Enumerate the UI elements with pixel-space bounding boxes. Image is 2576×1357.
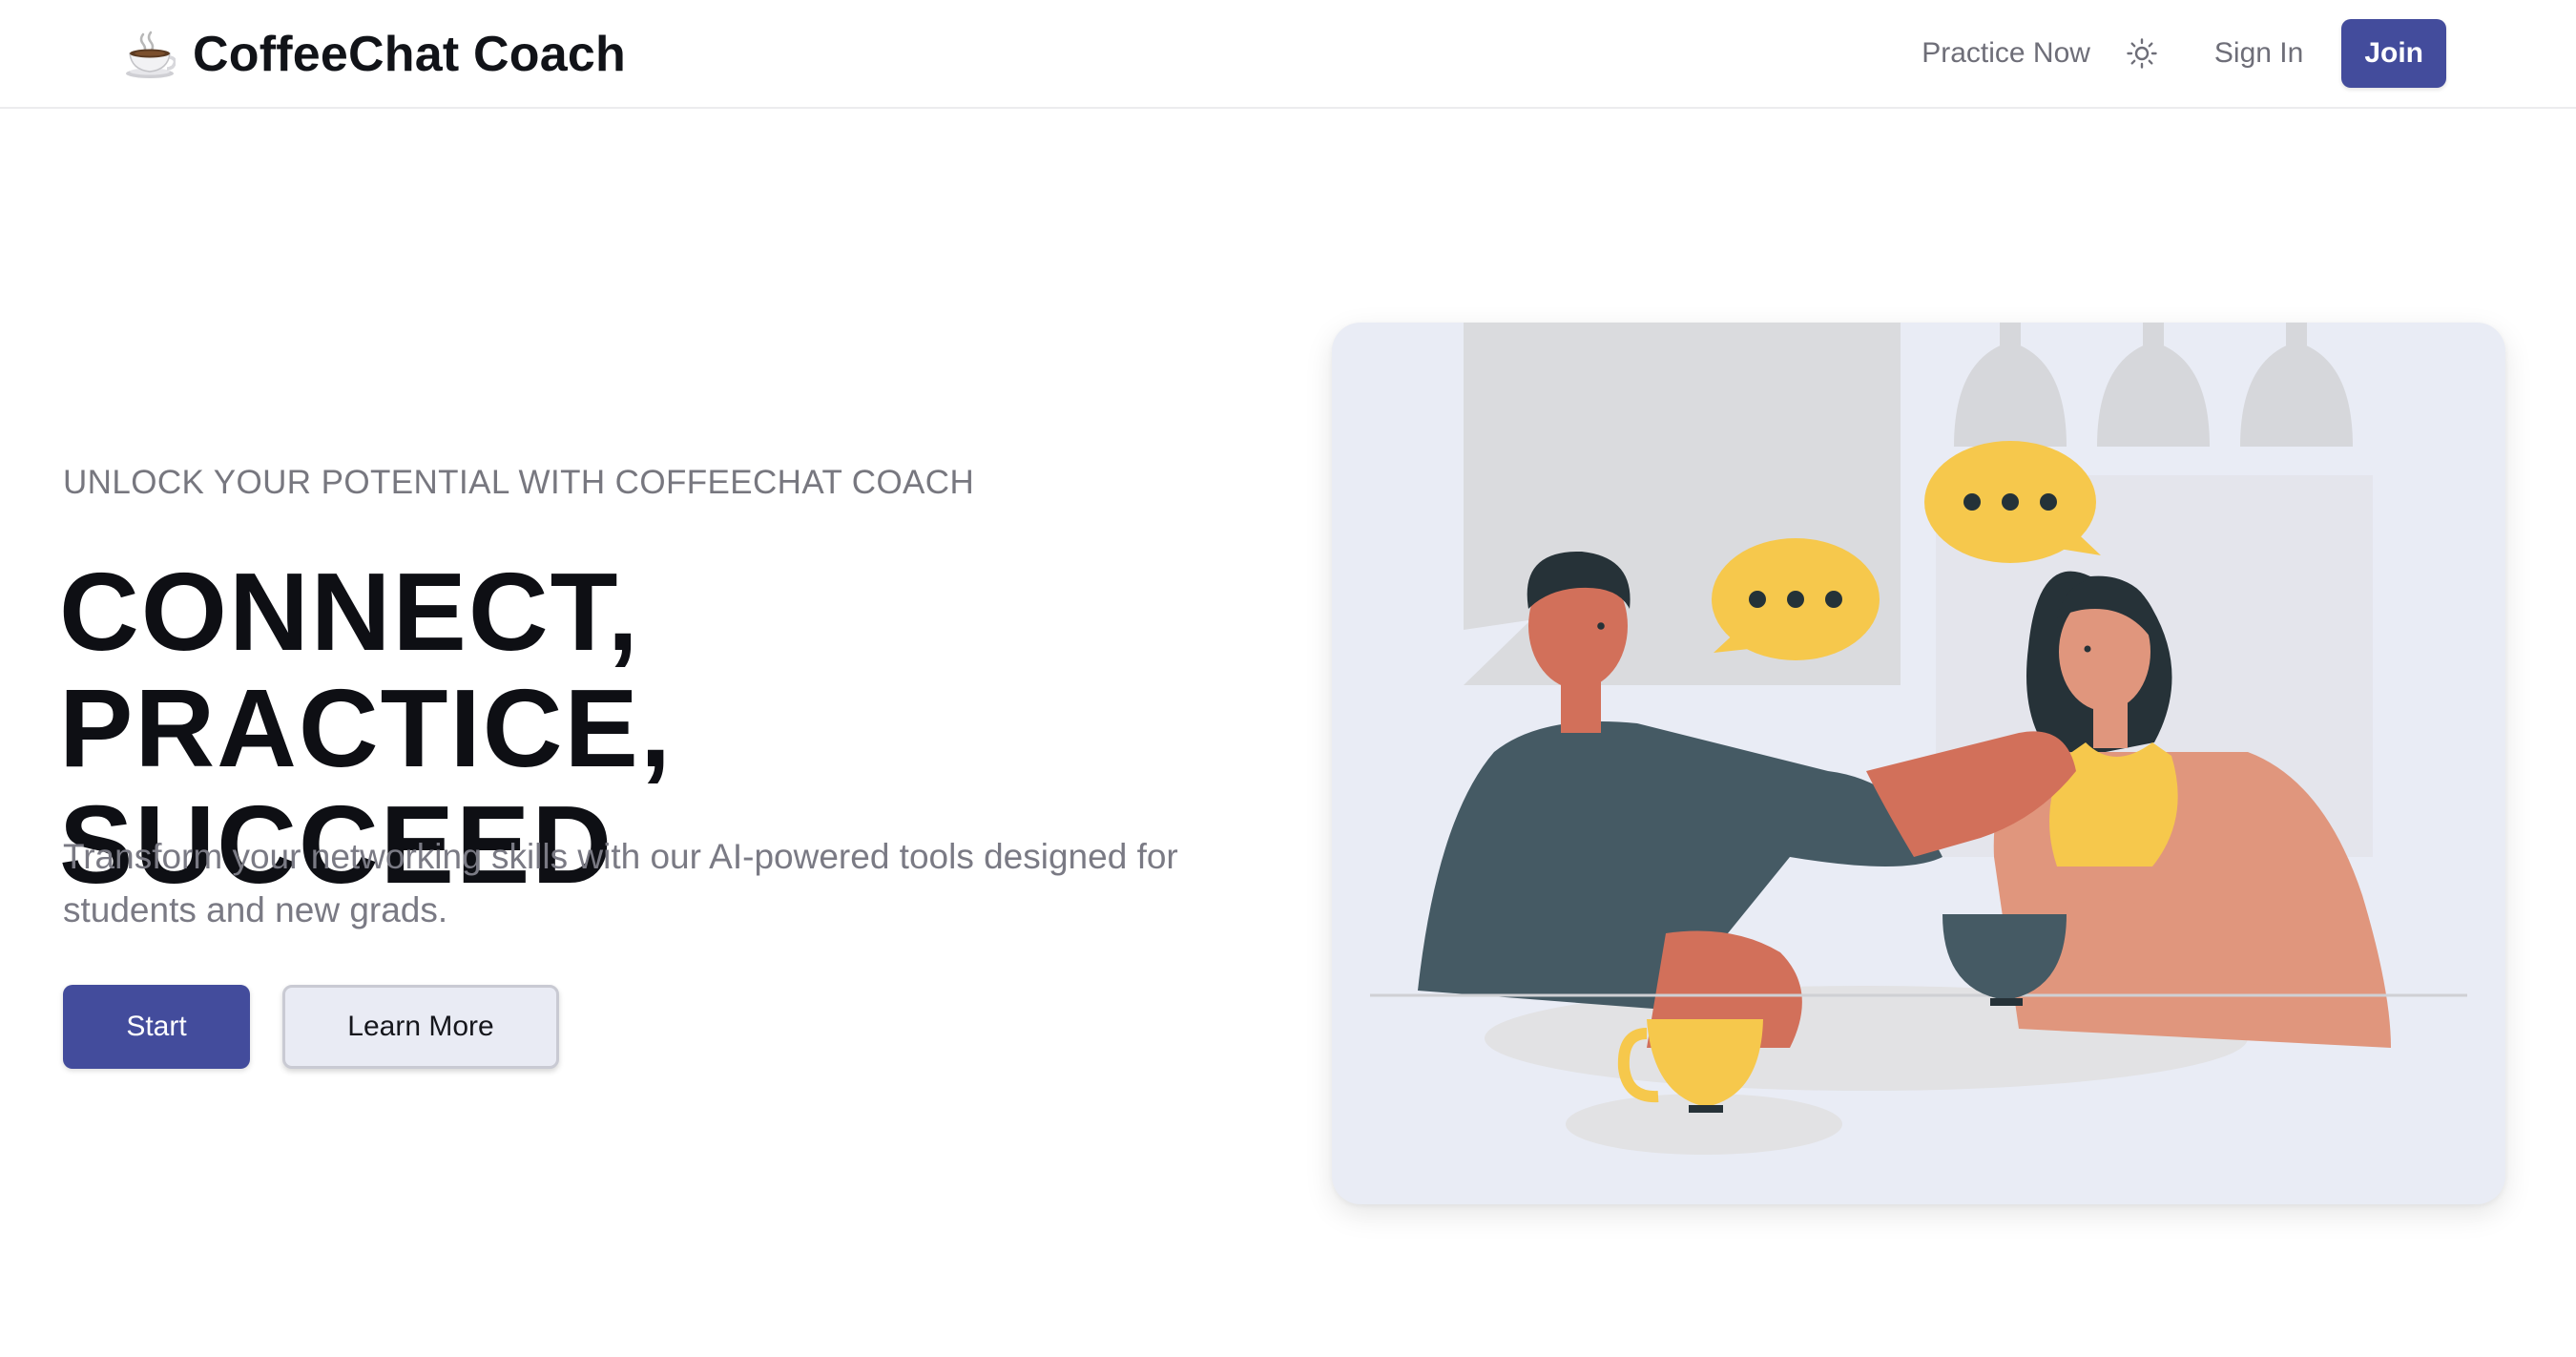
nav-actions: Practice Now Sign In Join (1922, 19, 2446, 88)
speech-bubble-right (1924, 441, 2101, 563)
nav-sign-in-link[interactable]: Sign In (2214, 37, 2303, 70)
brand-name: CoffeeChat Coach (193, 27, 626, 82)
headline-line-1: CONNECT, PRACTICE, (59, 550, 674, 790)
coffee-chat-illustration (1370, 323, 2467, 1155)
hero-subtext: Transform your networking skills with ou… (63, 837, 1178, 929)
hero-illustration-card (1332, 323, 2505, 1204)
coffee-cup-icon (126, 31, 176, 78)
brand-logo[interactable]: CoffeeChat Coach (124, 21, 626, 88)
join-button[interactable]: Join (2341, 19, 2446, 88)
start-button[interactable]: Start (63, 985, 250, 1069)
speech-bubble-left (1712, 538, 1880, 660)
top-navbar: CoffeeChat Coach Practice Now Sign In Jo… (0, 0, 2576, 109)
learn-more-button[interactable]: Learn More (282, 985, 559, 1069)
hero-cta-group: Start Learn More (63, 985, 559, 1069)
nav-practice-now-link[interactable]: Practice Now (1922, 37, 2090, 70)
hero-eyebrow: UNLOCK YOUR POTENTIAL WITH COFFEECHAT CO… (63, 464, 975, 501)
sun-icon (2127, 38, 2157, 69)
theme-toggle-button[interactable] (2119, 31, 2165, 76)
